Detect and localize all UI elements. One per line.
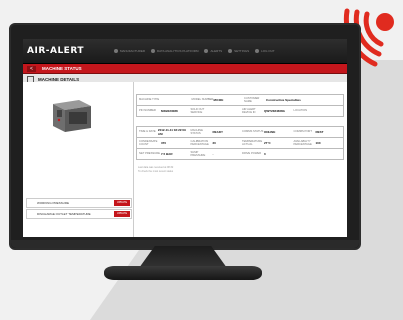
machine-panel: WORKING PRESSURE UPDATE DISCHARGE OUTLET…	[23, 82, 134, 237]
nav-alerts[interactable]: ALERTS	[204, 49, 222, 53]
monitor: AIR-ALERT MANUFACTURER DATA ANALYTICS PL…	[9, 23, 361, 250]
table-row: PIN NUMBER MXB023088 SOLD OUT SERVICE AIR…	[137, 106, 343, 117]
page-title: MACHINE STATUS	[42, 66, 82, 71]
list-icon	[151, 49, 156, 53]
logout-icon	[255, 49, 260, 53]
nav-data-analytics[interactable]: DATA ANALYTICS PLATFORM	[151, 49, 198, 53]
nav-settings[interactable]: SETTINGS	[228, 49, 249, 53]
monitor-stand	[104, 266, 262, 280]
table-row: TIME & DATE 2012-11-11 03:22:09 AM MACHIN…	[137, 127, 343, 138]
status-table: TIME & DATE 2012-11-11 03:22:09 AM MACHIN…	[136, 126, 344, 160]
identity-table: MACHINE TYPE MODEL NUMBER MX40E CUSTOMER …	[136, 94, 344, 117]
status-note: Last data was received at 08:32 To check…	[138, 166, 174, 173]
back-button[interactable]: <	[27, 65, 36, 72]
compressor-image	[53, 100, 91, 132]
update-pressure-button[interactable]: UPDATE	[114, 200, 130, 206]
bell-icon	[204, 49, 209, 53]
details-content: WORKING PRESSURE UPDATE DISCHARGE OUTLET…	[23, 82, 347, 237]
gear-icon	[228, 49, 233, 53]
machine-status-bar: < MACHINE STATUS	[23, 64, 347, 74]
screen: AIR-ALERT MANUFACTURER DATA ANALYTICS PL…	[23, 39, 347, 237]
app-logo: AIR-ALERT	[27, 46, 84, 56]
machine-info-panel: MACHINE TYPE MODEL NUMBER MX40E CUSTOMER …	[134, 82, 347, 237]
nav-logout[interactable]: LOG OUT	[255, 49, 275, 53]
top-bar: AIR-ALERT MANUFACTURER DATA ANALYTICS PL…	[23, 39, 347, 64]
user-icon	[114, 49, 118, 53]
discharge-temperature-row: DISCHARGE OUTLET TEMPERATURE UPDATE	[26, 209, 132, 219]
working-pressure-row: WORKING PRESSURE UPDATE	[26, 198, 132, 208]
nav-manufacturer[interactable]: MANUFACTURER	[114, 49, 145, 53]
table-row: NET PRESSURE 7.5 BAR SUMP PRESSURE - DRIVE…	[137, 149, 343, 160]
table-row: MACHINE TYPE MODEL NUMBER MX40E CUSTOMER …	[137, 95, 343, 106]
table-row: CONDENSATE COUNT 370 CALIBRATION PERCENTA…	[137, 138, 343, 149]
section-title: MACHINE DETAILS	[38, 76, 80, 82]
update-temperature-button[interactable]: UPDATE	[114, 211, 130, 217]
